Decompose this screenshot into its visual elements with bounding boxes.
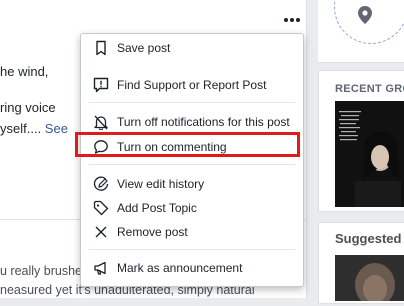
menu-item-label: Add Post Topic	[117, 201, 197, 215]
suggested-photo-image	[335, 255, 404, 306]
location-pin-icon	[358, 6, 372, 24]
post-options-menu: Save post Find Support or Report Post Tu…	[80, 33, 304, 287]
suggested-card: Suggested	[318, 222, 404, 306]
more-dots-icon	[284, 18, 300, 22]
location-card	[318, 0, 404, 63]
megaphone-icon	[93, 260, 109, 276]
menu-item-remove-post[interactable]: Remove post	[81, 220, 303, 244]
post-text-line: ring voice	[0, 100, 56, 115]
menu-item-label: Save post	[117, 41, 171, 55]
recent-groups-title: RECENT GRO	[335, 83, 404, 95]
menu-item-label: Find Support or Report Post	[117, 78, 267, 92]
menu-item-turn-on-commenting[interactable]: Turn on commenting	[81, 135, 303, 159]
menu-item-label: Turn on commenting	[117, 140, 227, 154]
tag-icon	[93, 200, 109, 216]
report-icon	[93, 77, 109, 93]
bookmark-icon	[93, 40, 109, 56]
see-more-link[interactable]: See	[45, 121, 68, 136]
post-text-line: yself.... See	[0, 121, 68, 136]
comment-text: u really brushe	[0, 264, 82, 278]
comment-icon	[93, 139, 109, 155]
pencil-history-icon	[93, 176, 109, 192]
menu-item-mark-as-announcement[interactable]: Mark as announcement	[81, 256, 303, 280]
recent-groups-card: RECENT GRO	[318, 70, 404, 212]
bell-off-icon	[93, 114, 109, 130]
menu-item-turn-off-notifications[interactable]: Turn off notifications for this post	[81, 110, 303, 134]
menu-divider	[89, 249, 295, 250]
menu-item-add-post-topic[interactable]: Add Post Topic	[81, 196, 303, 220]
menu-divider	[89, 102, 295, 103]
menu-divider	[89, 164, 295, 165]
menu-item-save-post[interactable]: Save post	[81, 36, 303, 60]
post-options-button[interactable]	[280, 12, 304, 28]
menu-item-label: Turn off notifications for this post	[117, 115, 290, 129]
menu-item-report-post[interactable]: Find Support or Report Post	[81, 73, 303, 97]
suggested-title: Suggested	[335, 231, 402, 246]
group-photo-image	[335, 101, 404, 207]
suggested-thumbnail[interactable]	[335, 255, 404, 306]
right-sidebar: RECENT GRO Suggested	[318, 0, 404, 306]
group-thumbnail[interactable]	[335, 101, 404, 207]
post-text-fragment: yself....	[0, 121, 45, 136]
menu-item-view-edit-history[interactable]: View edit history	[81, 172, 303, 196]
post-text-line: he wind,	[0, 64, 49, 79]
menu-item-label: Remove post	[117, 225, 188, 239]
close-icon	[93, 224, 109, 240]
menu-item-label: Mark as announcement	[117, 261, 243, 275]
menu-item-label: View edit history	[117, 177, 205, 191]
